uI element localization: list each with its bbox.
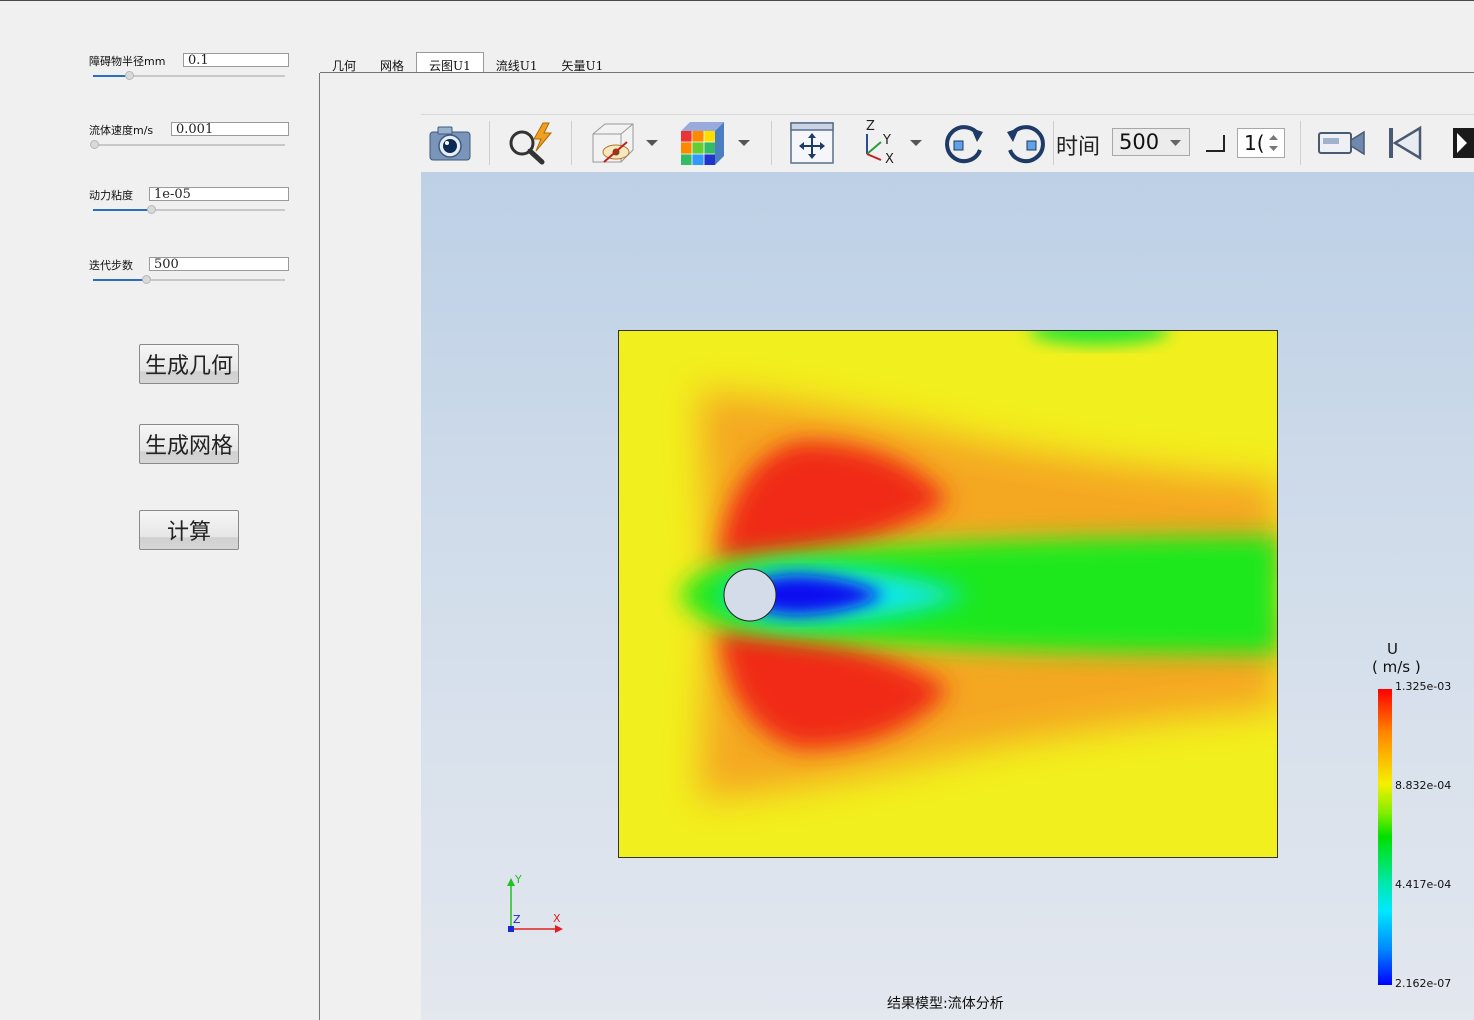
visibility-icon[interactable] xyxy=(587,121,637,165)
chevron-down-icon xyxy=(1170,140,1181,146)
fit-view-icon[interactable] xyxy=(787,121,837,165)
toolbar-separator xyxy=(1300,121,1301,165)
colorbar xyxy=(1378,689,1392,985)
rotate-ccw-icon[interactable] xyxy=(1001,121,1051,165)
axis-x-label: X xyxy=(553,912,561,925)
velocity-input[interactable]: 0.001 xyxy=(171,122,289,136)
iterations-label: 迭代步数 xyxy=(89,259,133,272)
camera-icon[interactable] xyxy=(425,121,475,165)
axis-triad-icon: Y Z X xyxy=(507,873,563,933)
viscosity-slider-fill xyxy=(93,209,152,211)
tab-vector-u1[interactable]: 矢量U1 xyxy=(550,54,616,73)
panel-divider xyxy=(319,73,320,1020)
time-label: 时间 xyxy=(1056,135,1101,160)
radius-slider-handle[interactable] xyxy=(125,71,134,80)
tab-geometry[interactable]: 几何 xyxy=(320,54,368,73)
velocity-label: 流体速度m/s xyxy=(89,124,154,137)
radius-input[interactable]: 0.1 xyxy=(183,53,289,67)
axes-orient-icon[interactable]: Z Y X xyxy=(853,120,903,166)
first-frame-icon[interactable] xyxy=(1381,121,1427,165)
toolbar-separator xyxy=(771,121,772,165)
generate-geometry-button[interactable]: 生成几何 xyxy=(139,344,239,384)
iterations-slider-fill xyxy=(93,279,147,281)
iterations-slider[interactable] xyxy=(93,275,285,284)
toolbar-separator xyxy=(489,121,490,165)
axis-z-label: Z xyxy=(513,913,521,926)
velocity-slider-handle[interactable] xyxy=(90,140,99,149)
result-model-status: 结果模型:流体分析 xyxy=(887,996,1004,1012)
rotate-cw-icon[interactable] xyxy=(939,121,989,165)
velocity-contour-plot xyxy=(618,330,1278,858)
quick-zoom-icon[interactable] xyxy=(505,121,555,165)
step-icon[interactable] xyxy=(1201,121,1229,165)
time-select[interactable]: 500 xyxy=(1112,128,1190,156)
next-frame-icon[interactable] xyxy=(1445,121,1474,165)
svg-text:X: X xyxy=(885,152,894,166)
colorbar-tick-label: 8.832e-04 xyxy=(1395,779,1452,792)
viscosity-slider[interactable] xyxy=(93,205,285,214)
generate-mesh-button[interactable]: 生成网格 xyxy=(139,424,239,464)
step-spinbox-value: 1( xyxy=(1244,131,1265,155)
viscosity-input[interactable]: 1e-05 xyxy=(149,187,289,201)
tab-mesh[interactable]: 网格 xyxy=(368,54,416,73)
viscosity-slider-handle[interactable] xyxy=(147,205,156,214)
iterations-slider-handle[interactable] xyxy=(142,275,151,284)
axis-y-label: Y xyxy=(514,873,522,886)
colorbar-unit: ( m/s ) xyxy=(1372,658,1421,676)
contour-field xyxy=(619,331,1277,857)
spin-arrows-icon[interactable] xyxy=(1269,134,1278,152)
time-select-value: 500 xyxy=(1119,130,1160,154)
toolbar-separator xyxy=(1053,121,1054,165)
colorbar-tick-label: 4.417e-04 xyxy=(1395,878,1452,891)
svg-text:Y: Y xyxy=(882,133,891,148)
viscosity-label: 动力粘度 xyxy=(89,189,133,202)
tab-streamline-u1[interactable]: 流线U1 xyxy=(484,54,550,73)
velocity-slider[interactable] xyxy=(90,140,285,149)
view-toolbar: Z Y X 时间 500 1( xyxy=(421,114,1474,173)
compute-button[interactable]: 计算 xyxy=(139,510,239,550)
colorbar-max-label: 1.325e-03 xyxy=(1395,680,1452,693)
step-spinbox[interactable]: 1( xyxy=(1237,128,1285,158)
svg-text:Z: Z xyxy=(866,120,875,134)
dropdown-arrow-icon[interactable] xyxy=(735,121,753,165)
colorbar-title: U xyxy=(1387,640,1398,658)
result-tabs: 几何 网格 云图U1 流线U1 矢量U1 xyxy=(320,52,616,75)
dropdown-arrow-icon[interactable] xyxy=(643,121,661,165)
window-top-border xyxy=(0,0,1474,1)
radius-label: 障碍物半径mm xyxy=(89,55,166,68)
colorbar-min-label: 2.162e-07 xyxy=(1395,977,1452,990)
toolbar-separator xyxy=(571,121,572,165)
iterations-input[interactable]: 500 xyxy=(149,257,289,271)
radius-slider[interactable] xyxy=(93,71,285,80)
record-icon[interactable] xyxy=(1316,121,1368,165)
color-cube-icon[interactable] xyxy=(677,121,727,165)
result-viewport[interactable]: Y Z X U ( m/s ) 1.325e-03 8.832e-04 4.41… xyxy=(421,172,1474,1020)
dropdown-arrow-icon[interactable] xyxy=(907,121,925,165)
